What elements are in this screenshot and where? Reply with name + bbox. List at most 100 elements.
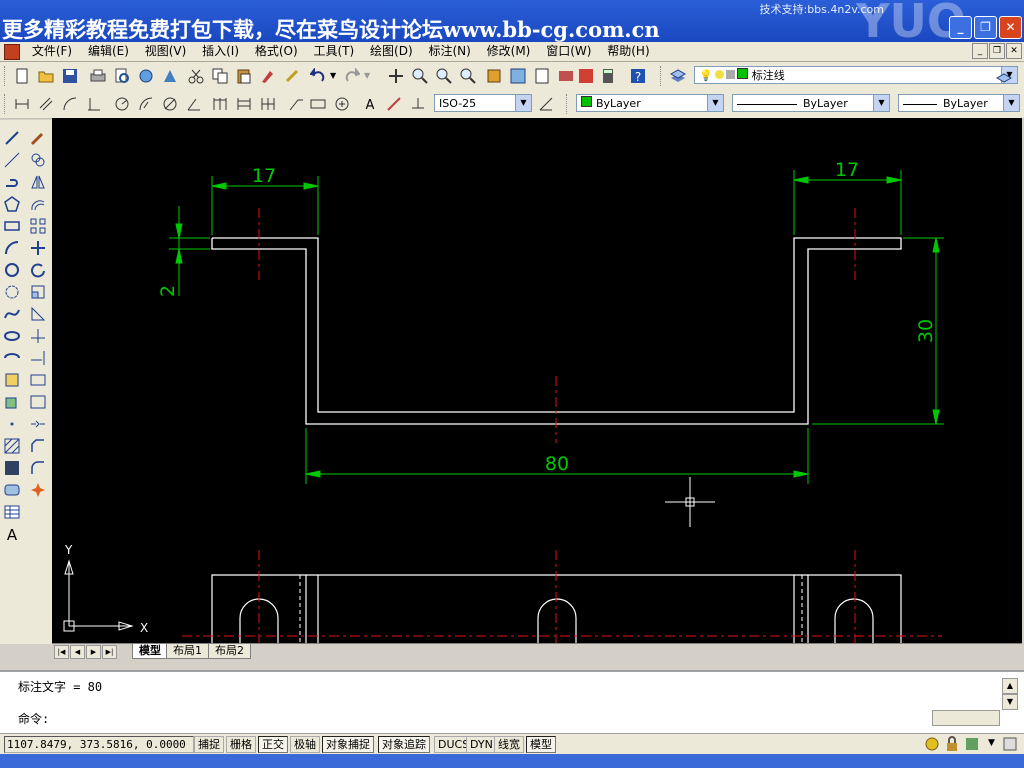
tab-layout2[interactable]: 布局2: [208, 644, 251, 659]
baseline-dim-icon[interactable]: [236, 96, 252, 112]
last-tab-button[interactable]: ▶|: [102, 645, 117, 659]
point-icon[interactable]: [4, 416, 20, 432]
tab-layout1[interactable]: 布局1: [166, 644, 209, 659]
model-toggle[interactable]: 模型: [526, 736, 556, 753]
table-icon[interactable]: [4, 504, 20, 520]
menu-file[interactable]: 文件(F): [26, 42, 78, 60]
first-tab-button[interactable]: |◀: [54, 645, 69, 659]
tolerance-icon[interactable]: [310, 96, 326, 112]
next-tab-button[interactable]: ▶: [86, 645, 101, 659]
cmd-horizontal-scrollbar[interactable]: [932, 710, 1000, 726]
offset-icon[interactable]: [30, 196, 46, 212]
doc-restore-button[interactable]: ❐: [989, 43, 1005, 59]
tool-palettes-icon[interactable]: [534, 68, 550, 84]
rotate-icon[interactable]: [30, 262, 46, 278]
color-dropdown[interactable]: ByLayer ▼: [576, 94, 724, 112]
copy-object-icon[interactable]: [30, 152, 46, 168]
aligned-dim-icon[interactable]: [38, 96, 54, 112]
status-menu-arrow[interactable]: ▼: [988, 738, 995, 748]
dim-text-top-left[interactable]: 17: [252, 165, 276, 187]
zoom-realtime-icon[interactable]: [412, 68, 428, 84]
insert-block-icon[interactable]: [4, 372, 20, 388]
arc-length-icon[interactable]: [62, 96, 78, 112]
layer-previous-icon[interactable]: [996, 68, 1012, 84]
break-at-point-icon[interactable]: [30, 372, 46, 388]
dim-text-right-height[interactable]: 30: [915, 319, 937, 343]
osnap-toggle[interactable]: 对象捕捉: [322, 736, 374, 753]
arc-icon[interactable]: [4, 240, 20, 256]
command-prompt[interactable]: 命令:: [18, 710, 49, 727]
circle-icon[interactable]: [4, 262, 20, 278]
polyline-icon[interactable]: [4, 174, 20, 190]
otrack-toggle[interactable]: 对象追踪: [378, 736, 430, 753]
lock-icon[interactable]: [944, 736, 960, 752]
linetype-dropdown[interactable]: ByLayer ▼: [732, 94, 890, 112]
multiline-text-icon[interactable]: A: [4, 526, 20, 542]
dim-edit-icon[interactable]: A: [362, 96, 378, 112]
radius-dim-icon[interactable]: [114, 96, 130, 112]
menu-window[interactable]: 窗口(W): [540, 42, 597, 60]
dim-style-manager-icon[interactable]: [538, 96, 554, 112]
dim-text-top-right[interactable]: 17: [835, 159, 859, 181]
explode-icon[interactable]: [30, 482, 46, 498]
zoom-window-icon[interactable]: [436, 68, 452, 84]
markup-icon[interactable]: [578, 68, 594, 84]
snap-toggle[interactable]: 捕捉: [194, 736, 224, 753]
grid-toggle[interactable]: 栅格: [226, 736, 256, 753]
ellipse-arc-icon[interactable]: [4, 350, 20, 366]
dim-text-edit-icon[interactable]: [386, 96, 402, 112]
doc-close-button[interactable]: ✕: [1006, 43, 1022, 59]
print-icon[interactable]: [90, 68, 106, 84]
prev-tab-button[interactable]: ◀: [70, 645, 85, 659]
rectangle-icon[interactable]: [4, 218, 20, 234]
layer-dropdown[interactable]: 💡 标注线 ▼: [694, 66, 1018, 84]
menu-tools[interactable]: 工具(T): [308, 42, 361, 60]
dim-text-bottom[interactable]: 80: [545, 453, 569, 475]
line-tool-icon[interactable]: [4, 130, 20, 146]
quick-dim-icon[interactable]: [212, 96, 228, 112]
gradient-icon[interactable]: [4, 460, 20, 476]
region-icon[interactable]: [4, 482, 20, 498]
fillet-icon[interactable]: [30, 460, 46, 476]
design-center-icon[interactable]: [510, 68, 526, 84]
menu-help[interactable]: 帮助(H): [601, 42, 655, 60]
close-button[interactable]: ✕: [999, 16, 1022, 39]
app-icon[interactable]: [4, 44, 20, 60]
communication-center-icon[interactable]: [924, 736, 940, 752]
properties-icon[interactable]: [486, 68, 502, 84]
cmd-scroll-up[interactable]: ▲: [1002, 678, 1018, 694]
publish-icon[interactable]: [138, 68, 154, 84]
restore-button[interactable]: ❐: [974, 16, 997, 39]
plot-icon[interactable]: [162, 68, 178, 84]
ellipse-icon[interactable]: [4, 328, 20, 344]
calculator-icon[interactable]: [600, 68, 616, 84]
linear-dim-icon[interactable]: [14, 96, 30, 112]
menu-format[interactable]: 格式(O): [249, 42, 304, 60]
cmd-scroll-down[interactable]: ▼: [1002, 694, 1018, 710]
menu-insert[interactable]: 插入(I): [196, 42, 245, 60]
undo-icon[interactable]: [310, 68, 326, 84]
array-icon[interactable]: [30, 218, 46, 234]
hatch-icon[interactable]: [4, 438, 20, 454]
layer-manager-icon[interactable]: [670, 68, 686, 84]
drawing-canvas[interactable]: 17 17 2 30 80 Y X: [52, 118, 1022, 644]
spline-icon[interactable]: [4, 306, 20, 322]
polygon-icon[interactable]: [4, 196, 20, 212]
redo-icon[interactable]: [344, 68, 360, 84]
menu-modify[interactable]: 修改(M): [481, 42, 537, 60]
join-icon[interactable]: [30, 416, 46, 432]
dim-text-left-height[interactable]: 2: [157, 285, 179, 297]
clean-screen-icon[interactable]: [1002, 736, 1018, 752]
menu-view[interactable]: 视图(V): [139, 42, 193, 60]
tab-model[interactable]: 模型: [132, 644, 168, 659]
diameter-dim-icon[interactable]: [162, 96, 178, 112]
block-editor-icon[interactable]: [284, 68, 300, 84]
print-preview-icon[interactable]: [114, 68, 130, 84]
lineweight-dropdown[interactable]: ByLayer ▼: [898, 94, 1020, 112]
construction-line-icon[interactable]: [4, 152, 20, 168]
revision-cloud-icon[interactable]: [4, 284, 20, 300]
menu-edit[interactable]: 编辑(E): [82, 42, 135, 60]
zoom-previous-icon[interactable]: [460, 68, 476, 84]
help-icon[interactable]: ?: [630, 68, 646, 84]
angular-dim-icon[interactable]: [186, 96, 202, 112]
